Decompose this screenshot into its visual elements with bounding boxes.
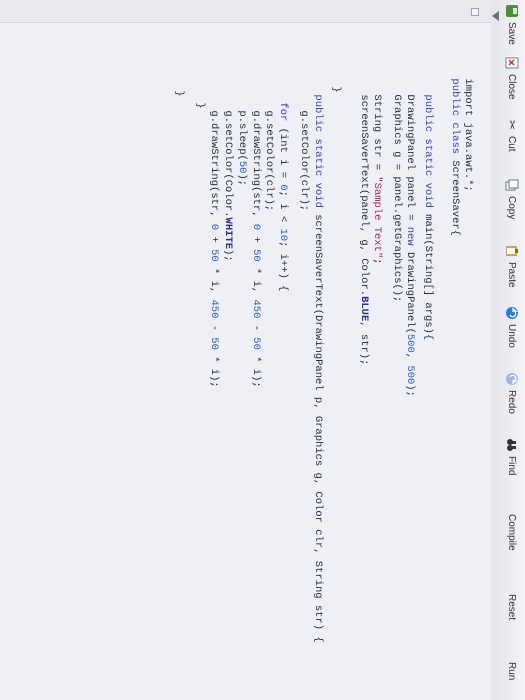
editor-tab-strip — [490, 0, 499, 700]
code-line-4: DrawingPanel panel = new DrawingPanel(50… — [404, 94, 416, 397]
code-line-17: } — [194, 102, 206, 109]
code-line-5: Graphics g = panel.getGraphics(); — [391, 94, 403, 303]
code-line-12: g.setColor(clr); — [263, 110, 275, 212]
code-line-10: g.setColor(clr); — [298, 110, 310, 212]
code-line-16: g.drawString(str, 0 + 50 * i, 450 - 50 *… — [208, 110, 220, 388]
code-line-13: g.drawString(str, 0 + 50 * i, 450 - 50 *… — [250, 110, 262, 388]
find-button[interactable]: Find — [502, 438, 522, 475]
binoculars-icon — [505, 438, 519, 452]
code-line-9: public static void screenSaverText(Drawi… — [312, 94, 324, 643]
save-label: Save — [506, 22, 518, 45]
copy-button[interactable]: Copy — [502, 178, 522, 219]
ide-window: Save Close ✂ Cut Copy Paste Undo Redo Fi… — [0, 0, 525, 700]
run-button[interactable]: Run — [502, 662, 522, 680]
code-line-3: public static void main(String[] args){ — [422, 94, 434, 341]
cut-label: Cut — [506, 136, 518, 152]
run-label: Run — [506, 662, 518, 681]
paste-icon — [505, 244, 519, 258]
paste-button[interactable]: Paste — [502, 244, 522, 288]
code-line-6: String str = "Sample Text"; — [371, 94, 383, 265]
close-button[interactable]: Close — [502, 56, 522, 100]
reset-label: Reset — [506, 594, 518, 621]
tab-marker-icon — [492, 11, 499, 21]
fold-toggle-icon[interactable] — [471, 8, 479, 16]
code-line-1: import java.awt.*; — [462, 78, 474, 192]
undo-button[interactable]: Undo — [502, 306, 522, 348]
paste-label: Paste — [506, 262, 518, 288]
redo-icon — [505, 372, 519, 386]
code-line-11: for (int i = 0; i < 10; i++) { — [277, 102, 289, 292]
toolbar: Save Close ✂ Cut Copy Paste Undo Redo Fi… — [498, 0, 525, 700]
save-icon — [505, 4, 519, 18]
save-button[interactable]: Save — [502, 4, 522, 45]
photo-background: Save Close ✂ Cut Copy Paste Undo Redo Fi… — [0, 0, 525, 700]
close-label: Close — [506, 74, 518, 100]
editor-gutter — [0, 0, 491, 23]
copy-icon — [505, 178, 519, 192]
code-editor[interactable]: import java.awt.*; public class ScreenSa… — [0, 0, 491, 700]
undo-icon — [505, 306, 519, 320]
find-label: Find — [506, 456, 518, 476]
reset-button[interactable]: Reset — [502, 594, 522, 620]
copy-label: Copy — [506, 196, 518, 220]
code-line-15: g.setColor(Color.WHITE); — [222, 110, 234, 262]
code-line-2: public class ScreenSaver{ — [449, 78, 461, 236]
code-line-7: screenSaverText(panel, g, Color.BLUE, st… — [358, 94, 370, 366]
redo-button[interactable]: Redo — [502, 372, 522, 414]
compile-label: Compile — [506, 514, 518, 551]
code-line-8: } — [330, 86, 342, 93]
redo-label: Redo — [506, 390, 518, 414]
close-file-icon — [505, 56, 519, 70]
compile-button[interactable]: Compile — [502, 514, 522, 551]
scissors-icon: ✂ — [505, 119, 519, 131]
cut-button[interactable]: ✂ Cut — [502, 118, 522, 152]
code-line-14: p.sleep(50); — [236, 110, 248, 187]
code-line-18: } — [173, 90, 185, 97]
undo-label: Undo — [506, 324, 518, 348]
